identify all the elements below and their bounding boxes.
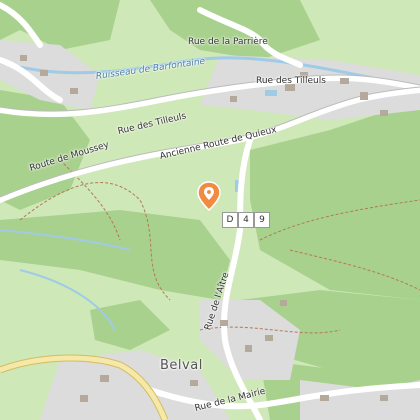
map-pin-icon[interactable] xyxy=(198,182,220,210)
road-shield-4: 4 xyxy=(238,212,254,228)
map-canvas[interactable]: Rue de la Parrière Ruisseau de Barfontai… xyxy=(0,0,420,420)
road-shield-d: D xyxy=(222,212,238,228)
label-rue-des-tilleuls-east: Rue des Tilleuls xyxy=(256,76,326,86)
road-shield-9: 9 xyxy=(254,212,270,228)
label-rue-de-la-parriere: Rue de la Parrière xyxy=(188,37,268,47)
map-base-layer xyxy=(0,0,420,420)
label-belval: Belval xyxy=(160,358,203,373)
